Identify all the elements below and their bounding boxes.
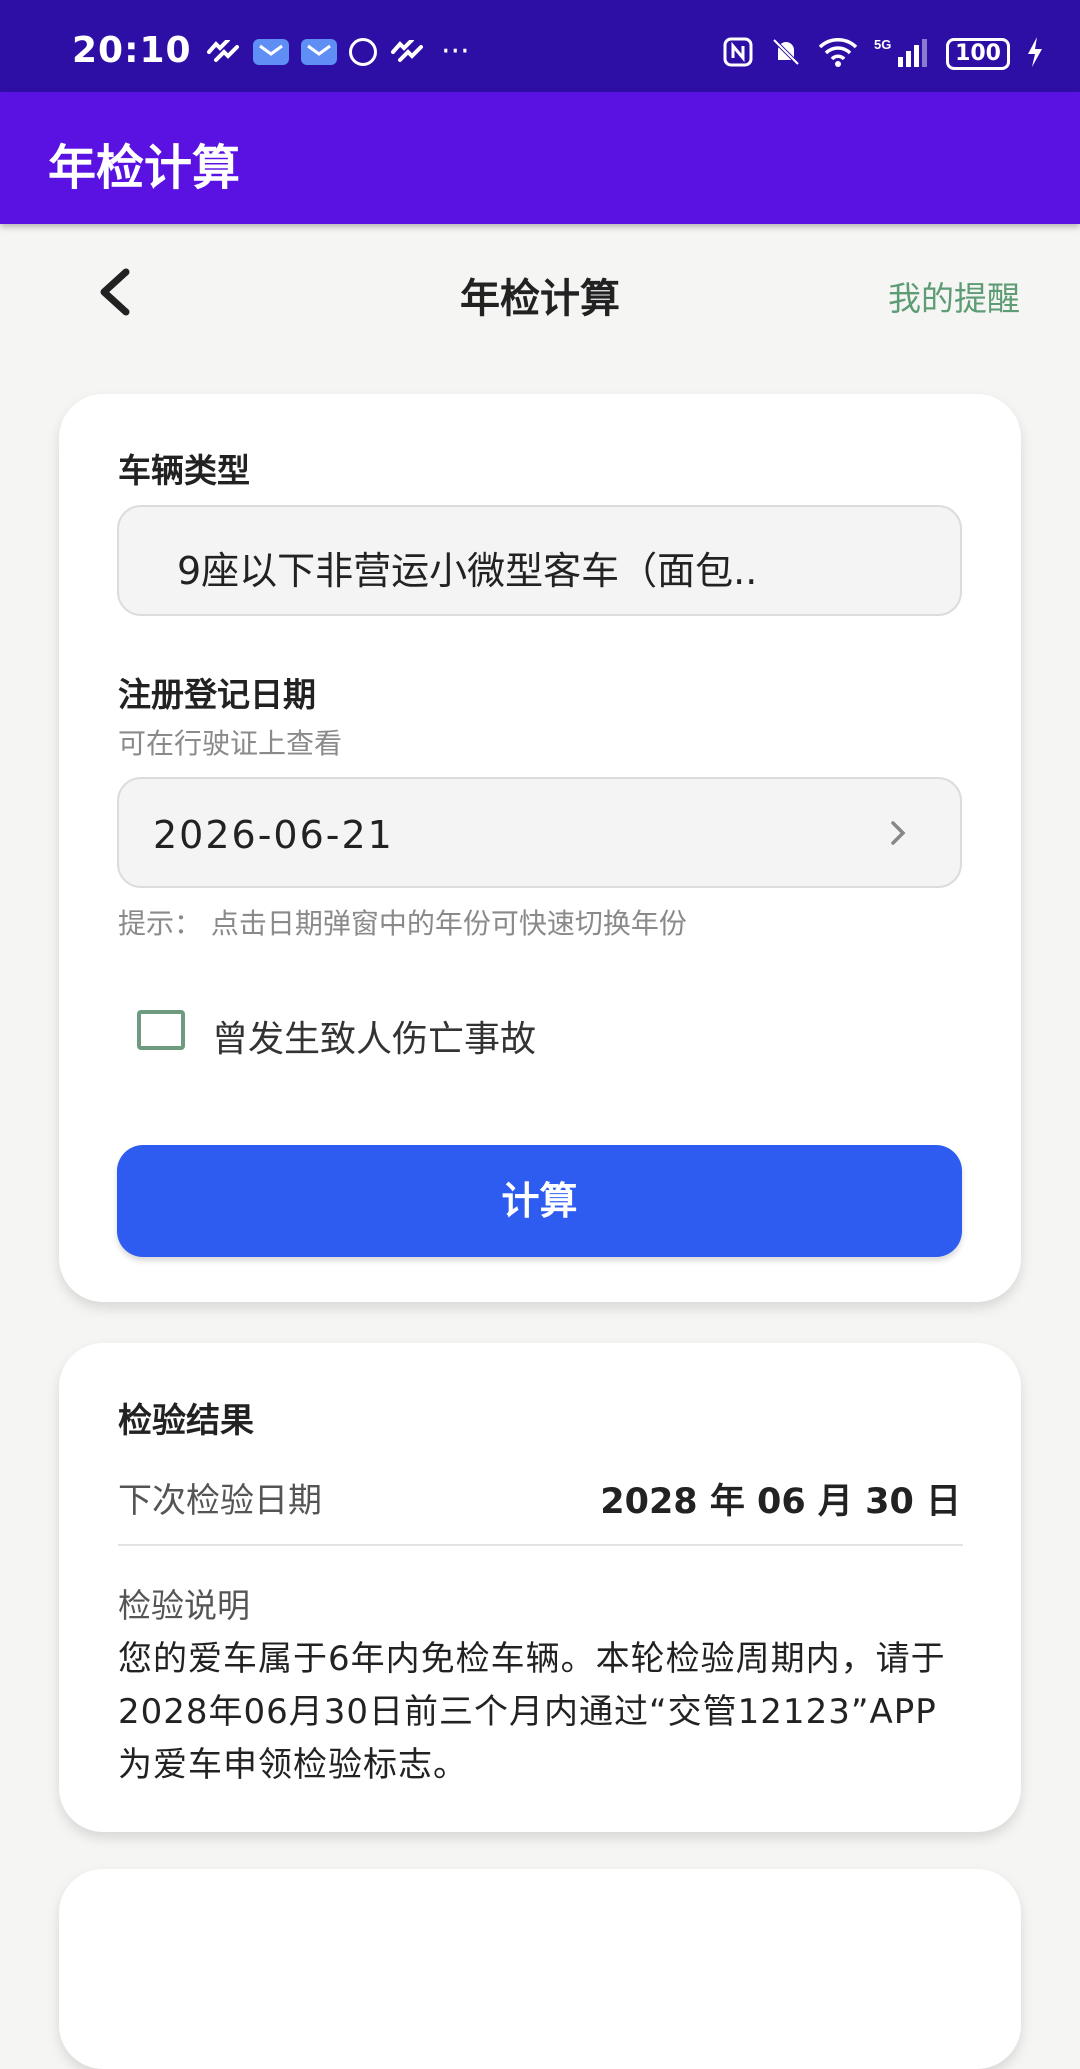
date-tip: 提示： 点击日期弹窗中的年份可快速切换年份 <box>118 907 687 940</box>
app-title: 年检计算 <box>48 140 241 196</box>
charging-icon <box>1026 37 1044 71</box>
signal-icon: 5G <box>874 37 930 71</box>
vehicle-type-label: 车辆类型 <box>118 451 250 490</box>
next-inspection-date-label: 下次检验日期 <box>118 1481 322 1521</box>
divider <box>118 1544 963 1546</box>
robot-icon <box>349 38 377 66</box>
system-icons: 5G 100 <box>722 36 1044 72</box>
more-notifications-icon: ··· <box>441 34 470 69</box>
accident-checkbox-label[interactable]: 曾发生致人伤亡事故 <box>212 1010 536 1062</box>
registration-date-value: 2026-06-21 <box>153 813 394 857</box>
calculation-form-card: 车辆类型 9座以下非营运小微型客车（面包.. 注册登记日期 可在行驶证上查看 2… <box>59 394 1021 1302</box>
notification-icons: ··· <box>205 34 470 69</box>
chevron-right-icon <box>891 821 906 845</box>
result-title: 检验结果 <box>118 1401 254 1441</box>
vehicle-type-value: 9座以下非营运小微型客车（面包.. <box>177 549 758 593</box>
vehicle-type-select[interactable]: 9座以下非营运小微型客车（面包.. <box>117 505 962 616</box>
app-notification-icon <box>389 39 425 65</box>
mute-bell-icon <box>770 36 802 72</box>
accident-checkbox[interactable] <box>137 1010 185 1050</box>
battery-indicator: 100 <box>946 38 1010 70</box>
mail-icon <box>301 39 337 65</box>
app-bar: 年检计算 <box>0 92 1080 224</box>
inspection-explanation-text: 您的爱车属于6年内免检车辆。本轮检验周期内，请于2028年06月30日前三个月内… <box>118 1639 946 1785</box>
svg-text:5G: 5G <box>874 37 891 52</box>
status-time: 20:10 <box>72 30 192 71</box>
wifi-icon <box>818 37 858 71</box>
additional-card <box>59 1869 1021 2069</box>
mail-icon <box>253 39 289 65</box>
registration-date-label: 注册登记日期 <box>118 675 316 714</box>
my-reminders-link[interactable]: 我的提醒 <box>888 272 1020 320</box>
app-notification-icon <box>205 39 241 65</box>
page-header: 年检计算 我的提醒 <box>0 224 1080 359</box>
registration-date-picker[interactable]: 2026-06-21 <box>117 777 962 888</box>
inspection-explanation-label: 检验说明 <box>118 1586 250 1625</box>
calculate-button[interactable]: 计算 <box>117 1145 962 1257</box>
result-card: 检验结果 下次检验日期 2028 年 06 月 30 日 检验说明 您的爱车属于… <box>59 1343 1021 1832</box>
registration-date-hint: 可在行驶证上查看 <box>118 727 343 760</box>
nfc-icon <box>722 36 754 72</box>
status-bar: 20:10 ··· 5G 100 <box>0 0 1080 92</box>
next-inspection-date-value: 2028 年 06 月 30 日 <box>600 1482 961 1522</box>
